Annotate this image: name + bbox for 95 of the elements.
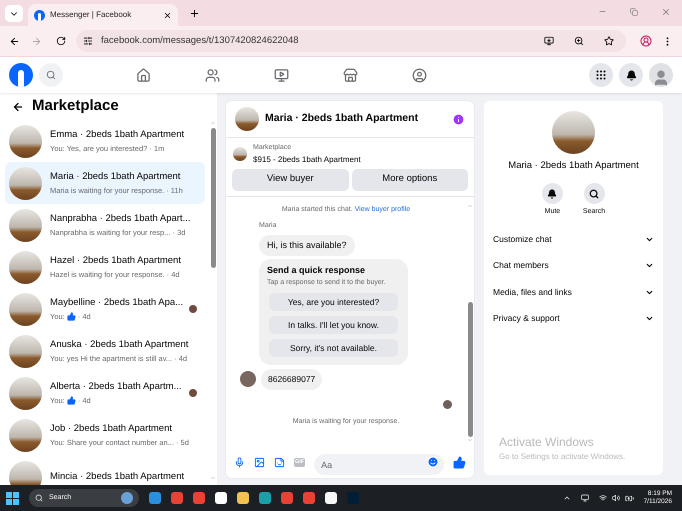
conversation-title: Emma · 2beds 1bath Apartment (50, 128, 186, 142)
photo-placeholder (9, 208, 42, 242)
conversation-title: Mincia · 2beds 1bath Apartment (50, 470, 186, 484)
conversation-title: Maria · 2beds 1bath Apartment (50, 170, 182, 184)
details-section-row[interactable]: Chat members (484, 252, 663, 279)
scrollbar-thumb[interactable] (468, 302, 472, 437)
url-text: facebook.com/messages/t/1307420824622048 (101, 34, 300, 48)
facebook-logo-icon (34, 10, 45, 20)
photo-placeholder (9, 460, 42, 485)
photo-icon[interactable] (254, 456, 265, 468)
user-silhouette-icon (652, 69, 670, 87)
activation-subtitle: Go to Settings to activate Windows. (499, 451, 626, 463)
profile-icon[interactable] (640, 35, 652, 47)
app-icon[interactable] (325, 492, 337, 504)
avatar (240, 371, 256, 388)
photo-placeholder (552, 111, 595, 154)
battery-icon[interactable] (624, 494, 634, 502)
section-label: Chat members (493, 259, 550, 272)
app-icon[interactable] (215, 492, 227, 504)
search-icon (46, 70, 56, 80)
message-input[interactable]: Aa (314, 454, 444, 475)
facebook-logo-icon[interactable] (9, 63, 33, 87)
back-icon[interactable] (9, 36, 20, 46)
microphone-icon[interactable] (234, 456, 245, 468)
app-icon[interactable] (237, 492, 249, 504)
conversation-title: Job · 2beds 1bath Apartment (50, 422, 173, 436)
photo-placeholder (9, 334, 42, 368)
seen-avatar (443, 400, 452, 409)
menu-button[interactable] (589, 63, 613, 87)
chevron-up-icon[interactable] (562, 494, 571, 502)
activation-title: Activate Windows (499, 434, 595, 451)
photo-placeholder (9, 124, 42, 158)
info-icon[interactable] (452, 112, 465, 126)
details-title: Maria · 2beds 1bath Apartment (508, 159, 639, 173)
search-icon (589, 188, 599, 199)
bookmark-star-icon[interactable] (604, 36, 614, 46)
conversation-title: Hazel · 2beds 1bath Apartment (50, 254, 182, 268)
message-bubble: Hi, is this available? (259, 234, 355, 256)
quick-response-button[interactable]: In talks. I'll let you know. (269, 316, 398, 334)
like-icon[interactable] (453, 456, 466, 468)
quick-response-button[interactable]: Yes, are you interested? (269, 293, 398, 311)
install-icon[interactable] (544, 36, 554, 46)
photo-placeholder (9, 292, 42, 326)
back-icon[interactable] (12, 100, 24, 112)
restore-icon[interactable] (630, 8, 638, 16)
search-button[interactable] (39, 63, 63, 87)
video-icon[interactable] (274, 68, 288, 82)
close-icon[interactable] (163, 10, 172, 20)
photo-placeholder (9, 376, 42, 410)
browser-tab[interactable]: Messenger | Facebook (28, 4, 178, 26)
photo-placeholder (233, 147, 247, 162)
quick-response-button[interactable]: Sorry, it's not available. (269, 339, 398, 357)
section-label: Privacy & support (493, 312, 561, 325)
conversation-title: Alberta · 2beds 1bath Apartm... (50, 380, 181, 394)
listing-action-button[interactable]: More options (352, 168, 468, 190)
start-icon[interactable] (6, 492, 19, 504)
listing-title: $915 - 2beds 1bath Apartment (253, 154, 361, 166)
section-label: Customize chat (493, 232, 553, 246)
listing-action-button[interactable]: View buyer (232, 168, 348, 190)
reload-icon[interactable] (56, 36, 66, 46)
photo-placeholder (9, 250, 42, 284)
new-tab-icon[interactable] (189, 8, 200, 19)
tab-title: Messenger | Facebook (50, 9, 132, 21)
photo-placeholder (9, 166, 42, 200)
details-section-row[interactable]: Customize chat (484, 226, 663, 252)
marketplace-icon[interactable] (342, 68, 358, 82)
sidebar-title: Marketplace (32, 96, 119, 116)
account-button[interactable] (649, 63, 673, 87)
conversation-title: Anuska · 2beds 1bath Apartment (50, 338, 190, 352)
search-icon (35, 494, 43, 502)
address-bar[interactable]: facebook.com/messages/t/1307420824622048 (76, 30, 626, 52)
photo-placeholder (9, 418, 42, 452)
wifi-icon[interactable] (598, 494, 607, 502)
scrollbar-thumb[interactable] (210, 128, 216, 268)
details-section-row[interactable]: Media, files and links (484, 278, 663, 306)
chat-title: Maria · 2beds 1bath Apartment (265, 111, 420, 126)
bell-icon (547, 188, 558, 199)
zoom-icon[interactable] (574, 36, 584, 46)
sticker-icon[interactable] (274, 456, 285, 468)
friends-icon[interactable] (204, 68, 220, 82)
quick-response-title: Send a quick response (267, 264, 366, 277)
bell-icon (626, 70, 636, 80)
volume-icon[interactable] (612, 494, 620, 502)
grid-icon (595, 69, 607, 81)
details-section-row[interactable]: Privacy & support (484, 305, 663, 332)
conversation-title: Maybelline · 2beds 1bath Apa... (50, 296, 181, 310)
display-icon[interactable] (580, 494, 589, 502)
section-label: Media, files and links (493, 286, 573, 298)
notifications-button[interactable] (619, 63, 643, 87)
message-bubble: 8626689077 (261, 369, 322, 390)
photo-placeholder (235, 107, 259, 131)
home-icon[interactable] (136, 68, 150, 82)
groups-icon[interactable] (412, 68, 426, 82)
conversation-title: Nanprabha · 2beds 1bath Apart... (50, 212, 192, 226)
site-settings-icon[interactable] (83, 36, 93, 46)
